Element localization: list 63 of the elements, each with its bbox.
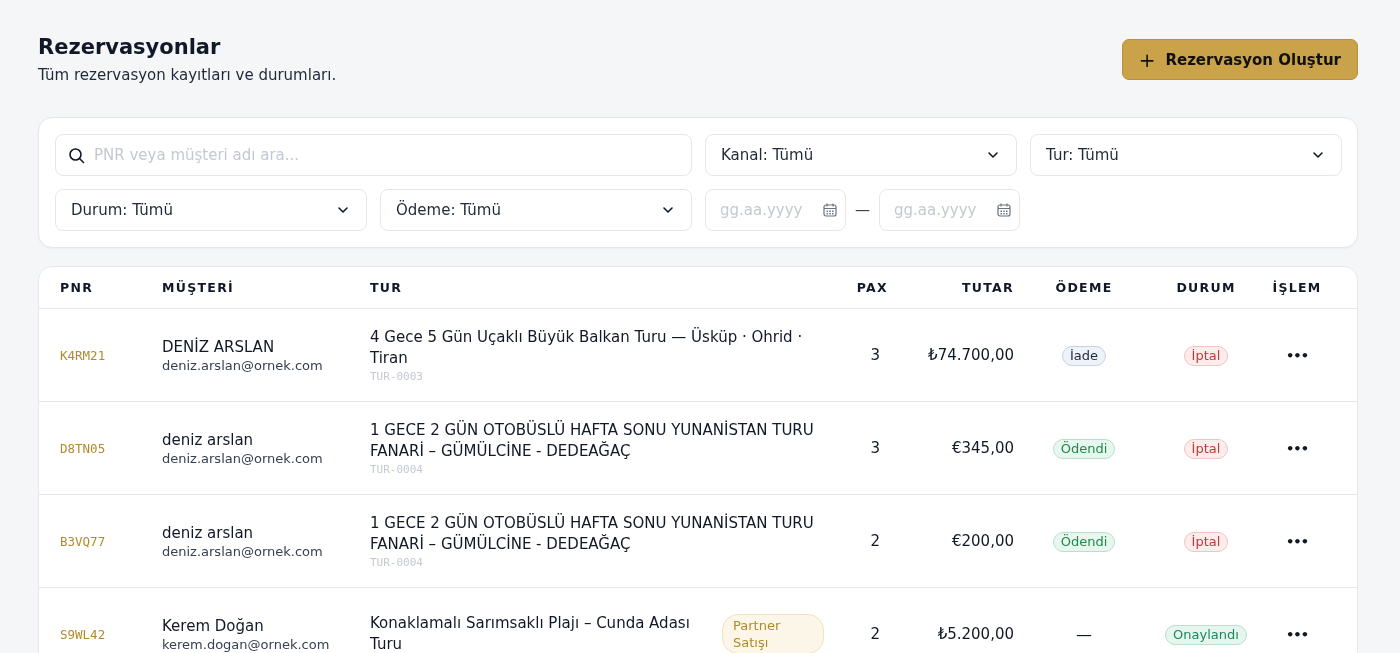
amount: ₺74.700,00 bbox=[927, 346, 1014, 364]
more-actions-button[interactable]: ••• bbox=[1282, 439, 1312, 458]
pax-count: 3 bbox=[869, 346, 881, 364]
date-field[interactable]: gg.aa.yyyy bbox=[705, 189, 846, 231]
column-header: İŞLEM bbox=[1271, 280, 1323, 295]
more-actions-button[interactable]: ••• bbox=[1282, 625, 1312, 644]
column-header: PNR bbox=[60, 280, 95, 295]
tour-code: TUR-0004 bbox=[370, 463, 424, 476]
customer-name: Kerem Doğan bbox=[162, 616, 265, 635]
pax-count: 2 bbox=[869, 625, 881, 643]
customer-name: DENİZ ARSLAN bbox=[162, 337, 276, 356]
payment-badge: Ödendi bbox=[1052, 438, 1116, 459]
filter-dropdown[interactable]: Tur: Tümü bbox=[1030, 134, 1342, 176]
pnr-code: B3VQ77 bbox=[60, 533, 107, 549]
column-header: ÖDEME bbox=[1054, 280, 1114, 295]
amount: €345,00 bbox=[950, 439, 1014, 457]
page-title: Rezervasyonlar bbox=[38, 34, 222, 60]
filter-dropdown[interactable]: Ödeme: Tümü bbox=[380, 189, 692, 231]
tour-name: Konaklamalı Sarımsaklı Plajı – Cunda Adası Turu bbox=[370, 613, 691, 653]
customer-email: deniz.arslan@ornek.com bbox=[162, 450, 324, 466]
customer-name: deniz arslan bbox=[162, 523, 255, 542]
status-badge: İptal bbox=[1183, 438, 1229, 459]
amount: ₺5.200,00 bbox=[936, 625, 1014, 643]
column-header: TUR bbox=[370, 280, 404, 295]
tour-name: 4 Gece 5 Gün Uçaklı Büyük Balkan Turu — Üsküp · Ohrid · Tiran bbox=[370, 327, 804, 369]
payment-badge: İade bbox=[1061, 345, 1107, 366]
customer-email: deniz.arslan@ornek.com bbox=[162, 543, 324, 559]
page-subtitle: Tüm rezervasyon kayıtları ve durumları. bbox=[38, 66, 337, 84]
column-header: TUTAR bbox=[960, 280, 1014, 295]
calendar-icon bbox=[822, 202, 838, 218]
create-reservation-button[interactable]: + Rezervasyon Oluştur bbox=[1121, 39, 1358, 80]
customer-name: deniz arslan bbox=[162, 430, 255, 449]
search-icon bbox=[68, 147, 85, 164]
status-badge: İptal bbox=[1183, 531, 1229, 552]
date-separator: — bbox=[855, 201, 870, 219]
payment-badge: Ödendi bbox=[1052, 531, 1116, 552]
filter-dropdown[interactable]: Durum: Tümü bbox=[55, 189, 367, 231]
pnr-code: S9WL42 bbox=[60, 626, 107, 642]
pnr-code: K4RM21 bbox=[60, 347, 107, 363]
date-field[interactable]: gg.aa.yyyy bbox=[879, 189, 1020, 231]
pax-count: 2 bbox=[869, 532, 881, 550]
calendar-icon bbox=[996, 202, 1012, 218]
status-badge: İptal bbox=[1183, 345, 1229, 366]
customer-email: kerem.dogan@ornek.com bbox=[162, 636, 331, 652]
tour-code: TUR-0003 bbox=[370, 370, 424, 383]
plus-icon: + bbox=[1138, 47, 1156, 72]
more-actions-button[interactable]: ••• bbox=[1282, 532, 1312, 551]
partner-tag: Partner Satışı bbox=[722, 614, 824, 653]
status-badge: Onaylandı bbox=[1165, 624, 1247, 645]
filter-dropdown[interactable]: Kanal: Tümü bbox=[705, 134, 1017, 176]
customer-email: deniz.arslan@ornek.com bbox=[162, 357, 324, 373]
tour-name: 1 GECE 2 GÜN OTOBÜSLÜ HAFTA SONU YUNANİSTAN TURU FANARİ – GÜMÜLCİNE - DEDEAĞAÇ bbox=[370, 513, 815, 555]
pnr-code: D8TN05 bbox=[60, 440, 107, 456]
column-header: MÜŞTERİ bbox=[162, 280, 236, 295]
column-header: PAX bbox=[855, 280, 888, 295]
empty-dash: — bbox=[1076, 624, 1092, 644]
tour-name: 1 GECE 2 GÜN OTOBÜSLÜ HAFTA SONU YUNANİSTAN TURU FANARİ – GÜMÜLCİNE - DEDEAĞAÇ bbox=[370, 420, 815, 462]
pax-count: 3 bbox=[869, 439, 881, 457]
amount: €200,00 bbox=[950, 532, 1014, 550]
search-field[interactable]: PNR veya müşteri adı ara... bbox=[55, 134, 692, 176]
more-actions-button[interactable]: ••• bbox=[1282, 346, 1312, 365]
column-header: DURUM bbox=[1175, 280, 1237, 295]
tour-code: TUR-0004 bbox=[370, 556, 424, 569]
